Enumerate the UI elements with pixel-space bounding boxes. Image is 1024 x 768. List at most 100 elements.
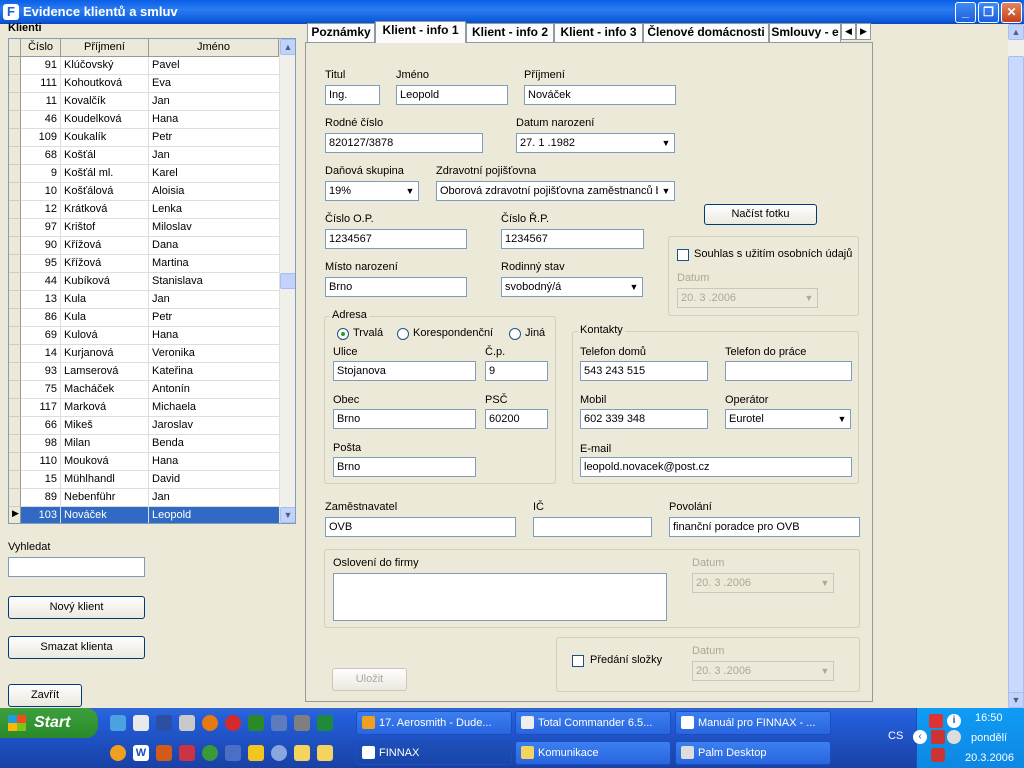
- table-row[interactable]: 86 Kula Petr: [21, 309, 279, 327]
- ic-input[interactable]: [533, 517, 652, 537]
- quicklaunch-app6-icon[interactable]: [271, 745, 287, 761]
- tab-klient-info-3[interactable]: Klient - info 3: [554, 23, 643, 42]
- row-indicator[interactable]: [9, 345, 21, 363]
- tray-expand-icon[interactable]: ‹: [913, 730, 927, 744]
- table-row[interactable]: 9 Košťál ml. Karel: [21, 165, 279, 183]
- obec-input[interactable]: Brno: [333, 409, 476, 429]
- quicklaunch-app4-icon[interactable]: [179, 745, 195, 761]
- table-row[interactable]: 97 Krištof Miloslav: [21, 219, 279, 237]
- language-indicator[interactable]: CS: [888, 730, 903, 742]
- clients-grid[interactable]: Číslo Příjmení Jméno 91 Klúčovský Pavel 111…: [8, 38, 296, 524]
- titul-input[interactable]: Ing.: [325, 85, 380, 105]
- taskbar-item-komunikace[interactable]: Komunikace: [515, 741, 671, 765]
- close-app-button[interactable]: Zavřít: [8, 684, 82, 707]
- window-scrollbar[interactable]: ▲ ▼: [1008, 24, 1024, 708]
- danova-skupina-select[interactable]: 19% ▼: [325, 181, 419, 201]
- header-prijmeni[interactable]: Příjmení: [61, 39, 149, 57]
- tel-home-input[interactable]: 543 243 515: [580, 361, 708, 381]
- quicklaunch-excel-icon[interactable]: [317, 715, 333, 731]
- table-row[interactable]: 90 Křížová Dana: [21, 237, 279, 255]
- tab-klient-info-1[interactable]: Klient - info 1: [375, 21, 466, 43]
- mobil-input[interactable]: 602 339 348: [580, 409, 708, 429]
- table-row[interactable]: 12 Krátková Lenka: [21, 201, 279, 219]
- quicklaunch-word-icon[interactable]: W: [133, 745, 149, 761]
- cislo-rp-input[interactable]: 1234567: [501, 229, 644, 249]
- taskbar-item-finnax[interactable]: FINNAX: [356, 741, 512, 765]
- taskbar-item-palm[interactable]: Palm Desktop: [675, 741, 831, 765]
- row-indicator[interactable]: [9, 57, 21, 75]
- cp-input[interactable]: 9: [485, 361, 548, 381]
- row-indicator[interactable]: [9, 381, 21, 399]
- quicklaunch-globe-icon[interactable]: [202, 745, 218, 761]
- posta-input[interactable]: Brno: [333, 457, 476, 477]
- scroll-down-icon[interactable]: ▼: [1008, 692, 1024, 708]
- tray-time[interactable]: 16:50: [975, 712, 1003, 724]
- table-row[interactable]: 91 Klúčovský Pavel: [21, 57, 279, 75]
- table-row[interactable]: 44 Kubíková Stanislava: [21, 273, 279, 291]
- address-trvala-radio[interactable]: [337, 328, 349, 340]
- row-indicator[interactable]: [9, 183, 21, 201]
- quicklaunch-app5-icon[interactable]: [225, 745, 241, 761]
- scroll-thumb[interactable]: [1008, 56, 1024, 708]
- table-row[interactable]: 109 Koukalík Petr: [21, 129, 279, 147]
- table-row[interactable]: 46 Koudelková Hana: [21, 111, 279, 129]
- table-row[interactable]: 14 Kurjanová Veronika: [21, 345, 279, 363]
- tray-app-icon[interactable]: [947, 730, 961, 744]
- chevron-down-icon[interactable]: ▼: [626, 278, 642, 296]
- row-indicator[interactable]: [9, 237, 21, 255]
- scroll-down-icon[interactable]: ▼: [280, 507, 295, 523]
- table-row[interactable]: 98 Milan Benda: [21, 435, 279, 453]
- osloveni-textarea[interactable]: [333, 573, 667, 621]
- employer-input[interactable]: OVB: [325, 517, 516, 537]
- save-button[interactable]: Uložit: [332, 668, 407, 691]
- tel-work-input[interactable]: [725, 361, 852, 381]
- table-row[interactable]: 103 Nováček Leopold: [21, 507, 279, 523]
- address-jina-radio[interactable]: [509, 328, 521, 340]
- minimize-button[interactable]: _: [955, 2, 976, 23]
- tab-scroll-right-icon[interactable]: ▶: [856, 23, 871, 40]
- quicklaunch-app2-icon[interactable]: [271, 715, 287, 731]
- row-indicator[interactable]: [9, 255, 21, 273]
- header-cislo[interactable]: Číslo: [21, 39, 61, 57]
- row-indicator[interactable]: [9, 489, 21, 507]
- tray-security-icon[interactable]: [929, 714, 943, 728]
- taskbar-item-manual[interactable]: Manuál pro FINNAX - ...: [675, 711, 831, 735]
- email-input[interactable]: leopold.novacek@post.cz: [580, 457, 852, 477]
- rodne-cislo-input[interactable]: 820127/3878: [325, 133, 483, 153]
- psc-input[interactable]: 60200: [485, 409, 548, 429]
- table-row[interactable]: 10 Košťálová Aloisia: [21, 183, 279, 201]
- row-indicator[interactable]: [9, 309, 21, 327]
- quicklaunch-calc-icon[interactable]: [179, 715, 195, 731]
- quicklaunch-clock-icon[interactable]: [110, 745, 126, 761]
- tab-klient-info-2[interactable]: Klient - info 2: [466, 23, 554, 42]
- row-indicator[interactable]: [9, 93, 21, 111]
- operator-select[interactable]: Eurotel ▼: [725, 409, 851, 429]
- jmeno-input[interactable]: Leopold: [396, 85, 508, 105]
- row-indicator[interactable]: [9, 201, 21, 219]
- row-indicator[interactable]: ▶: [9, 507, 21, 523]
- rodinny-stav-select[interactable]: svobodný/á ▼: [501, 277, 643, 297]
- table-row[interactable]: 95 Křížová Martina: [21, 255, 279, 273]
- row-indicator[interactable]: [9, 111, 21, 129]
- row-indicator[interactable]: [9, 417, 21, 435]
- consent-checkbox[interactable]: [677, 249, 689, 261]
- quicklaunch-folder-icon[interactable]: [294, 745, 310, 761]
- table-row[interactable]: 111 Kohoutková Eva: [21, 75, 279, 93]
- tab-poznamky[interactable]: Poznámky: [307, 23, 375, 42]
- chevron-down-icon[interactable]: ▼: [402, 182, 418, 200]
- quicklaunch-opera-icon[interactable]: [225, 715, 241, 731]
- taskbar-item-aerosmith[interactable]: 17. Aerosmith - Dude...: [356, 711, 512, 735]
- table-row[interactable]: 93 Lamserová Kateřina: [21, 363, 279, 381]
- row-indicator[interactable]: [9, 435, 21, 453]
- chevron-down-icon[interactable]: ▼: [817, 574, 833, 592]
- row-indicator[interactable]: [9, 165, 21, 183]
- row-indicator[interactable]: [9, 399, 21, 417]
- predani-date-picker[interactable]: 20. 3 .2006 ▼: [692, 661, 834, 681]
- table-row[interactable]: 68 Košťál Jan: [21, 147, 279, 165]
- consent-date-picker[interactable]: 20. 3 .2006 ▼: [677, 288, 818, 308]
- grid-scrollbar[interactable]: ▲ ▼: [279, 39, 295, 523]
- address-korespondencni-radio[interactable]: [397, 328, 409, 340]
- row-indicator[interactable]: [9, 129, 21, 147]
- delete-client-button[interactable]: Smazat klienta: [8, 636, 145, 659]
- tab-scroll-left-icon[interactable]: ◀: [841, 23, 856, 40]
